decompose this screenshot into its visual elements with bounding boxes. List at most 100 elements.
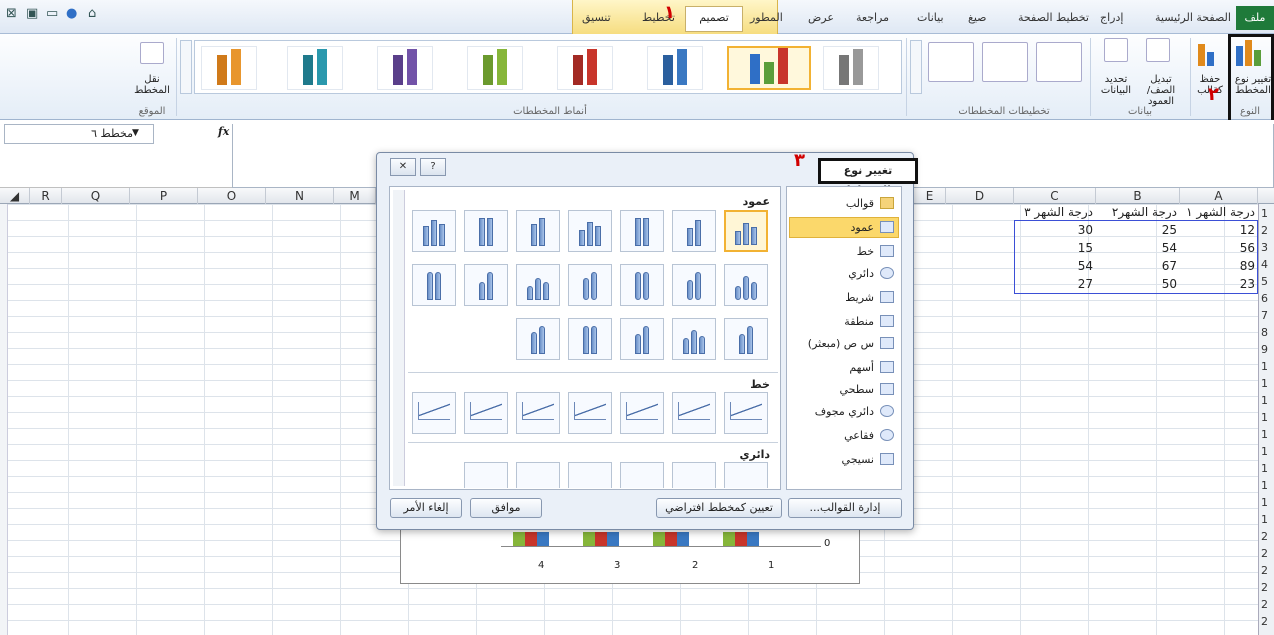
style-green[interactable] xyxy=(467,46,523,90)
column-header-p[interactable]: P xyxy=(130,188,198,204)
subtype-3d-line[interactable] xyxy=(412,392,456,434)
row-header[interactable]: 7 xyxy=(1261,308,1268,324)
vertical-split-bar[interactable] xyxy=(0,204,8,635)
layout-thumb-2[interactable] xyxy=(982,42,1028,82)
column-header-c[interactable]: C xyxy=(1014,188,1096,204)
category-doughnut[interactable]: دائري مجوف xyxy=(815,400,894,422)
column-header-r[interactable]: R xyxy=(30,188,62,204)
subtype-3d-clustered-column[interactable] xyxy=(568,210,612,252)
row-header[interactable]: 2 xyxy=(1261,563,1268,579)
restore-icon[interactable]: ▣ xyxy=(26,6,38,21)
column-header-n[interactable]: N xyxy=(266,188,334,204)
close-icon[interactable]: ⊠ xyxy=(6,6,17,21)
subtype-100-stacked-cylinder[interactable] xyxy=(620,264,664,306)
subtype-stacked-cylinder[interactable] xyxy=(672,264,716,306)
tab-file[interactable]: ملف xyxy=(1236,6,1274,30)
column-header-e[interactable]: E xyxy=(914,188,946,204)
tab-data[interactable]: بيانات xyxy=(917,11,944,24)
style-blue[interactable] xyxy=(647,46,703,90)
row-header[interactable]: 2 xyxy=(1261,597,1268,613)
category-radar[interactable]: نسيجي xyxy=(842,448,894,470)
subtype-stacked-line[interactable] xyxy=(672,392,716,434)
fx-icon[interactable]: fx xyxy=(218,125,229,138)
cell-b1[interactable]: درجة الشهر٢ xyxy=(1096,204,1180,220)
gallery-scrollbar[interactable] xyxy=(393,190,405,486)
column-header-q[interactable]: Q xyxy=(62,188,130,204)
row-header[interactable]: 2 xyxy=(1261,580,1268,596)
category-area[interactable]: منطقة xyxy=(844,310,894,332)
column-header-a[interactable]: A xyxy=(1180,188,1258,204)
row-header[interactable]: 1 xyxy=(1261,410,1268,426)
help-icon[interactable]: ● xyxy=(66,6,77,21)
change-chart-type-icon[interactable] xyxy=(1236,40,1270,66)
style-orange[interactable] xyxy=(201,46,257,90)
subtype-stacked-cone[interactable] xyxy=(464,264,508,306)
subtype-100-stacked-pyramid[interactable] xyxy=(568,318,612,360)
row-header[interactable]: 2 xyxy=(1261,546,1268,562)
column-header-b[interactable]: B xyxy=(1096,188,1180,204)
subtype-3d-cylinder[interactable] xyxy=(568,264,612,306)
dialog-help-button[interactable]: ? xyxy=(420,158,446,176)
subtype-3d-pie[interactable] xyxy=(672,462,716,488)
change-chart-type-button[interactable]: تغيير نوع المخطط xyxy=(1232,74,1274,96)
category-surface[interactable]: سطحي xyxy=(839,378,894,400)
subtype-clustered-cylinder[interactable] xyxy=(724,264,768,306)
chevron-down-icon[interactable]: ▼ xyxy=(132,128,139,138)
style-purple[interactable] xyxy=(377,46,433,90)
subtype-3d-column[interactable] xyxy=(412,210,456,252)
set-as-default-chart-button[interactable]: تعيين كمخطط افتراضي xyxy=(656,498,782,518)
row-header[interactable]: 5 xyxy=(1261,274,1268,290)
row-header[interactable]: 9 xyxy=(1261,342,1268,358)
category-bar[interactable]: شريط xyxy=(845,286,894,308)
subtype-line-markers[interactable] xyxy=(568,392,612,434)
ribbon-collapse-icon[interactable]: ⌂ xyxy=(88,6,96,21)
row-header[interactable]: 1 xyxy=(1261,512,1268,528)
cell-c1[interactable]: درجة الشهر ٣ xyxy=(1014,204,1096,220)
row-header[interactable]: 2 xyxy=(1261,614,1268,630)
style-teal[interactable] xyxy=(287,46,343,90)
select-all-corner[interactable]: ◢ xyxy=(0,188,30,204)
dialog-close-button[interactable]: ✕ xyxy=(390,158,416,176)
row-header[interactable]: 1 xyxy=(1261,393,1268,409)
save-as-template-icon[interactable] xyxy=(1198,40,1224,66)
switch-row-column-icon[interactable] xyxy=(1146,38,1170,62)
select-data-icon[interactable] xyxy=(1104,38,1128,62)
subtype-exploded-pie[interactable] xyxy=(568,462,612,488)
subtype-stacked-line-markers[interactable] xyxy=(516,392,560,434)
subtype-clustered-column[interactable] xyxy=(724,210,768,252)
row-header[interactable]: 1 xyxy=(1261,461,1268,477)
subtype-3d-pyramid[interactable] xyxy=(516,318,560,360)
cancel-button[interactable]: إلغاء الأمر xyxy=(390,498,462,518)
category-scatter[interactable]: س ص (مبعثر) xyxy=(808,332,894,354)
subtype-bar-of-pie[interactable] xyxy=(464,462,508,488)
select-data-button[interactable]: تحديد البيانات xyxy=(1094,74,1138,96)
move-chart-button[interactable]: نقل المخطط xyxy=(128,74,176,96)
category-stock[interactable]: أسهم xyxy=(849,356,894,378)
subtype-3d-100-stacked-column[interactable] xyxy=(464,210,508,252)
row-header[interactable]: 1 xyxy=(1261,206,1268,222)
cell-a1[interactable]: درجة الشهر ١ xyxy=(1180,204,1258,220)
subtype-stacked-pyramid[interactable] xyxy=(620,318,664,360)
tab-developer[interactable]: المطور xyxy=(750,11,783,24)
row-header[interactable]: 1 xyxy=(1261,376,1268,392)
layout-thumb-1[interactable] xyxy=(928,42,974,82)
row-header[interactable]: 1 xyxy=(1261,427,1268,443)
row-header[interactable]: 2 xyxy=(1261,223,1268,239)
manage-templates-button[interactable]: إدارة القوالب... xyxy=(788,498,902,518)
tab-insert[interactable]: إدراج xyxy=(1100,11,1123,24)
style-multicolor[interactable] xyxy=(727,46,811,90)
row-header[interactable]: 6 xyxy=(1261,291,1268,307)
row-header[interactable]: 2 xyxy=(1261,529,1268,545)
tab-page-layout[interactable]: تخطيط الصفحة xyxy=(1018,11,1089,24)
row-header[interactable]: 1 xyxy=(1261,478,1268,494)
category-templates[interactable]: قوالب xyxy=(846,192,894,214)
styles-gallery-scroll[interactable] xyxy=(180,40,192,94)
row-header[interactable]: 1 xyxy=(1261,359,1268,375)
ok-button[interactable]: موافق xyxy=(470,498,542,518)
row-header[interactable]: 4 xyxy=(1261,257,1268,273)
style-red[interactable] xyxy=(557,46,613,90)
tab-formulas[interactable]: صيغ xyxy=(968,11,987,24)
subtype-100-stacked-line-markers[interactable] xyxy=(464,392,508,434)
subtype-3d-exploded-pie[interactable] xyxy=(516,462,560,488)
category-column[interactable]: عمود xyxy=(850,216,894,238)
